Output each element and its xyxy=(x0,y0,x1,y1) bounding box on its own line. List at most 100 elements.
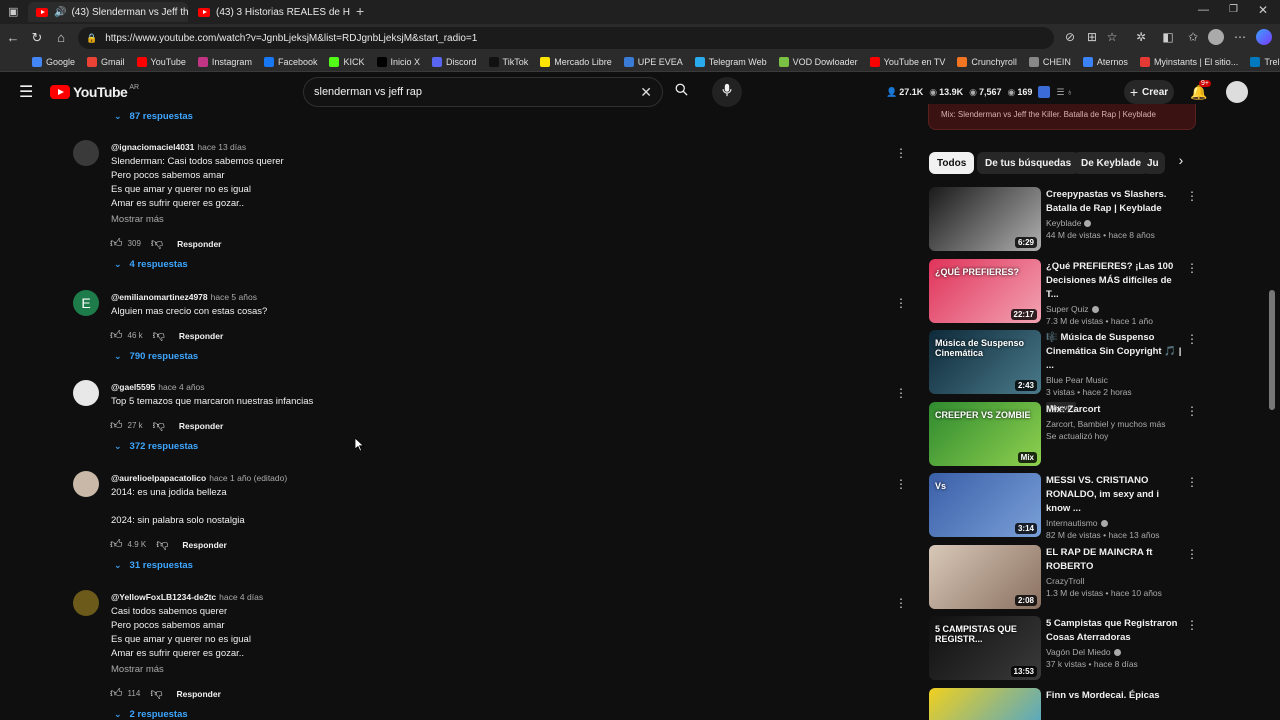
chip-partial[interactable]: Ju xyxy=(1143,152,1165,174)
dislike-icon[interactable]: 👎︎ xyxy=(151,236,163,251)
comment-menu-icon[interactable]: ⋮ xyxy=(895,477,907,491)
video-title[interactable]: ¿Qué PREFIERES? ¡Las 100 Decisiones MÁS … xyxy=(1046,260,1182,302)
video-thumbnail[interactable]: ¿QUÉ PREFIERES? 22:17 xyxy=(929,258,1041,323)
comment-menu-icon[interactable]: ⋮ xyxy=(895,146,907,160)
show-more-link[interactable]: Mostrar más xyxy=(111,214,164,225)
video-thumbnail[interactable]: 2:08 xyxy=(929,544,1041,609)
maximize-button[interactable]: ❐ xyxy=(1229,4,1238,15)
video-thumbnail[interactable]: Música de Suspenso Cinemática 2:43 xyxy=(929,330,1041,394)
chip-from-searches[interactable]: De tus búsquedas xyxy=(977,152,1080,174)
dislike-icon[interactable]: 👎︎ xyxy=(153,328,165,343)
clear-search-icon[interactable]: ✕ xyxy=(640,84,652,101)
voice-search-button[interactable] xyxy=(712,77,742,107)
video-menu-icon[interactable]: ⋮ xyxy=(1186,332,1198,346)
reply-button[interactable]: Responder xyxy=(177,239,221,249)
video-title[interactable]: 5 Campistas que Registraron Cosas Aterra… xyxy=(1046,617,1182,645)
home-icon[interactable]: ⌂ xyxy=(53,30,69,45)
video-thumbnail[interactable] xyxy=(929,687,1041,720)
comment-author[interactable]: @ignaciomaciel4031 hace 13 días xyxy=(111,142,246,152)
browser-tab-1[interactable]: 🔊 (43) Slenderman vs Jeff the K ✕ xyxy=(28,2,188,22)
channel-name[interactable]: Vagón Del Miedo xyxy=(1046,647,1111,657)
like-icon[interactable]: 👍︎ xyxy=(110,686,123,701)
list-icon[interactable]: ☰ xyxy=(1056,87,1064,98)
author-handle[interactable]: @gael5595 xyxy=(111,382,155,392)
show-more-link[interactable]: Mostrar más xyxy=(111,664,164,675)
commenter-avatar[interactable] xyxy=(73,380,99,406)
bookmark-item[interactable]: Gmail xyxy=(87,56,125,67)
reply-button[interactable]: Responder xyxy=(179,421,223,431)
author-handle[interactable]: @aurelioelpapacatolico xyxy=(111,473,206,483)
bookmark-item[interactable]: Mercado Libre xyxy=(540,56,612,67)
bookmark-item[interactable]: Discord xyxy=(432,56,477,67)
bookmark-item[interactable]: UPE EVEA xyxy=(623,56,683,67)
comment-author[interactable]: @gael5595 hace 4 años xyxy=(111,382,205,392)
bookmark-item[interactable]: TikTok xyxy=(488,56,528,67)
video-menu-icon[interactable]: ⋮ xyxy=(1186,404,1198,418)
view-replies-link[interactable]: ⌄ 31 respuestas xyxy=(114,560,193,571)
star-icon[interactable]: ☆ xyxy=(1104,30,1120,44)
comment-time[interactable]: hace 4 años xyxy=(158,382,204,392)
more-menu-icon[interactable]: ⋯ xyxy=(1232,30,1248,44)
comment-time[interactable]: hace 13 días xyxy=(197,142,246,152)
channel-name[interactable]: Keyblade xyxy=(1046,218,1081,228)
like-icon[interactable]: 👍︎ xyxy=(110,418,123,433)
extension-icon[interactable] xyxy=(1038,86,1051,98)
dislike-icon[interactable]: 👎︎ xyxy=(150,686,162,701)
profile-avatar[interactable] xyxy=(1208,29,1224,45)
bookmark-item[interactable]: Instagram xyxy=(197,56,252,67)
related-video-item[interactable]: 2:08 EL RAP DE MAINCRA ft ROBERTO CrazyTro… xyxy=(929,544,1198,611)
bookmark-item[interactable]: CHEIN xyxy=(1028,56,1071,67)
dislike-icon[interactable]: 👎︎ xyxy=(156,537,168,552)
related-video-item[interactable]: Finn vs Mordecai. Épicas xyxy=(929,687,1197,720)
comment-menu-icon[interactable]: ⋮ xyxy=(895,296,907,310)
bookmark-item[interactable]: YouTube en TV xyxy=(869,56,945,67)
view-replies-link[interactable]: ⌄ 372 respuestas xyxy=(114,441,198,452)
back-icon[interactable]: ← xyxy=(5,30,21,45)
comment-menu-icon[interactable]: ⋮ xyxy=(895,596,907,610)
bookmark-item[interactable]: Google xyxy=(32,56,75,67)
comment-time[interactable]: hace 4 días xyxy=(219,592,263,602)
tab-actions-icon[interactable]: ▣ xyxy=(8,5,18,18)
video-title[interactable]: Mix: Zarcort xyxy=(1046,403,1182,417)
video-menu-icon[interactable]: ⋮ xyxy=(1186,618,1198,632)
extensions-icon[interactable]: ✲ xyxy=(1133,30,1149,44)
view-replies-link[interactable]: ⌄ 2 respuestas xyxy=(114,709,188,720)
commenter-avatar[interactable]: E xyxy=(73,290,99,316)
search-button[interactable] xyxy=(663,77,699,107)
search-input[interactable]: slenderman vs jeff rap ✕ xyxy=(303,77,663,107)
bookmark-item[interactable]: Telegram Web xyxy=(694,56,767,67)
close-window-button[interactable]: ✕ xyxy=(1258,3,1268,17)
channel-name[interactable]: Blue Pear Music xyxy=(1046,375,1108,385)
reply-button[interactable]: Responder xyxy=(182,540,226,550)
video-title[interactable]: 🎼 Música de Suspenso Cinemática Sin Copy… xyxy=(1046,331,1182,373)
award-icon[interactable]: ♁ xyxy=(1067,87,1074,97)
bookmark-item[interactable]: KICK xyxy=(329,56,365,67)
page-scrollbar[interactable] xyxy=(1268,112,1276,720)
bookmark-item[interactable]: Facebook xyxy=(263,56,317,67)
hamburger-menu-icon[interactable]: ☰ xyxy=(19,82,33,102)
new-tab-button[interactable]: + xyxy=(356,3,364,19)
bookmark-item[interactable]: VOD Dowloader xyxy=(778,56,858,67)
author-handle[interactable]: @emilianomartinez4978 xyxy=(111,292,208,302)
copilot-icon[interactable] xyxy=(1256,29,1272,45)
favorites-icon[interactable]: ✩ xyxy=(1185,30,1201,44)
channel-name[interactable]: Zarcort, Bambiel y muchos más xyxy=(1046,419,1166,429)
channel-name[interactable]: Internautismo xyxy=(1046,518,1098,528)
related-video-item[interactable]: ¿QUÉ PREFIERES? 22:17 ¿Qué PREFIERES? ¡Las… xyxy=(929,258,1198,326)
video-thumbnail[interactable]: 6:29 xyxy=(929,187,1041,251)
commenter-avatar[interactable] xyxy=(73,590,99,616)
mix-playlist-banner[interactable]: Mix: Slenderman vs Jeff the Killer. Bata… xyxy=(928,104,1196,130)
create-button[interactable]: + Crear xyxy=(1124,80,1174,104)
like-icon[interactable]: 👍︎ xyxy=(110,537,123,552)
bookmark-item[interactable]: Inicio X xyxy=(376,56,420,67)
author-handle[interactable]: @YellowFoxLB1234-de2tc xyxy=(111,592,216,602)
video-menu-icon[interactable]: ⋮ xyxy=(1186,189,1198,203)
commenter-avatar[interactable] xyxy=(73,471,99,497)
reply-button[interactable]: Responder xyxy=(179,331,223,341)
like-icon[interactable]: 👍︎ xyxy=(110,328,123,343)
comment-author[interactable]: @YellowFoxLB1234-de2tc hace 4 días xyxy=(111,592,263,602)
related-video-item[interactable]: CREEPER VS ZOMBIE Mix Mix: Zarcort Zarcort,… xyxy=(929,401,1198,468)
url-field[interactable]: 🔒 https://www.youtube.com/watch?v=JgnbLj… xyxy=(78,27,1054,49)
reload-icon[interactable]: ↻ xyxy=(29,30,45,46)
video-title[interactable]: EL RAP DE MAINCRA ft ROBERTO xyxy=(1046,546,1182,574)
